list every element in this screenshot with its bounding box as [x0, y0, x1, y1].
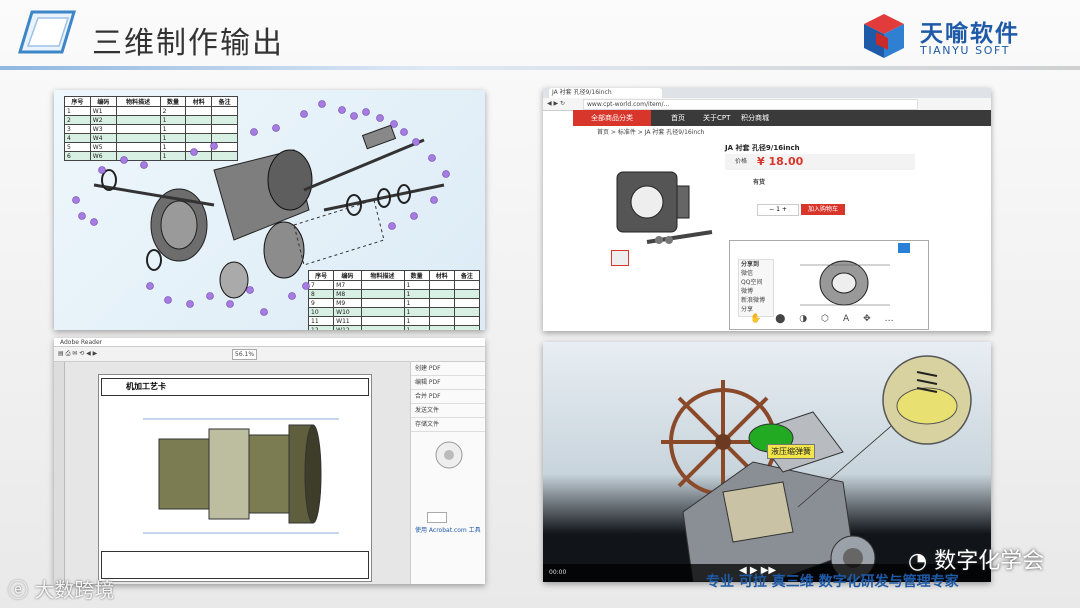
share-title: 分享到	[741, 261, 760, 268]
add-to-cart-button[interactable]: 加入购物车	[801, 204, 845, 215]
breadcrumb: 首页 > 标准件 > JA 衬套 孔径9/16inch	[597, 129, 705, 136]
video-time-elapsed: 00:00	[549, 569, 567, 576]
share-item[interactable]: 微信	[739, 269, 773, 278]
3d-model-view	[800, 260, 890, 306]
share-sidebar: 分享到 微信 QQ空间 微博 新浪微博 分享	[738, 259, 774, 317]
callout-label: 液压缩弹簧	[767, 444, 815, 459]
watermark-text: 大数跨境	[34, 578, 115, 602]
tianyu-logo-icon	[858, 10, 910, 62]
stock-status: 有货	[753, 179, 766, 186]
reader-tools-panel: 创建 PDF 编辑 PDF 合并 PDF 发送文件 存储文件 使用 Acroba…	[410, 362, 485, 584]
product-thumbnail[interactable]	[611, 250, 629, 266]
acrobat-illustration	[435, 441, 463, 469]
tool-edit-pdf[interactable]: 编辑 PDF	[411, 376, 485, 390]
page-footer-table	[101, 551, 369, 579]
nav-points-mall[interactable]: 积分商城	[741, 110, 769, 126]
web-store-panel: JA 衬套 孔径9/16inch ◀ ▶ ↻ www.cpt-world.com…	[543, 88, 991, 331]
part-drawing	[143, 418, 339, 534]
toolbar-icons[interactable]: ▤ ⎙ ✉ ⟲ ◀ ▶	[58, 349, 97, 358]
browser-tabbar: JA 衬套 孔径9/16inch	[543, 88, 991, 98]
pdf-page: 机加工艺卡	[98, 374, 372, 582]
url-input[interactable]: www.cpt-world.com/item/...	[583, 99, 918, 110]
price-row: 价格 ¥ 18.00	[725, 154, 915, 170]
reader-window-title: Adobe Reader	[54, 338, 485, 347]
browser-tab[interactable]: JA 衬套 孔径9/16inch	[549, 88, 662, 98]
nav-all-categories[interactable]: 全部商品分类	[573, 110, 651, 126]
zoom-field[interactable]: 56.1%	[232, 349, 258, 360]
pdf-reader-panel: Adobe Reader ▤ ⎙ ✉ ⟲ ◀ ▶ 56.1% 机加工艺卡 创建 …	[54, 338, 485, 584]
tool-merge-pdf[interactable]: 合并 PDF	[411, 390, 485, 404]
watermark-logo-icon: ⓔ	[8, 578, 35, 602]
reader-toolbar: ▤ ⎙ ✉ ⟲ ◀ ▶ 56.1%	[54, 347, 485, 362]
title-badge	[14, 6, 80, 58]
source-watermark: ⓔ 大数跨境	[8, 574, 114, 603]
product-image	[616, 171, 713, 244]
page-title: 三维制作输出	[92, 26, 284, 61]
wechat-icon: ◔	[908, 549, 935, 574]
share-item[interactable]: 新浪微博	[739, 296, 773, 305]
exploded-assembly-drawing	[72, 100, 450, 316]
viewer-toolbar[interactable]: ✋⬤◑⬡A✥…	[750, 315, 908, 324]
header-divider	[0, 66, 1080, 70]
price-label: 价格	[735, 158, 748, 165]
share-item[interactable]: 分享	[739, 305, 773, 314]
upload-button[interactable]	[427, 512, 447, 523]
quantity-stepper[interactable]: − 1 +	[757, 204, 799, 216]
share-item[interactable]: 微博	[739, 287, 773, 296]
reader-left-rail[interactable]	[54, 362, 65, 584]
price-value: ¥ 18.00	[757, 155, 804, 168]
logo-name-cn: 天喻软件	[920, 21, 1020, 47]
wechat-watermark: ◔ 数字化学会	[908, 543, 1044, 575]
tool-send-files[interactable]: 发送文件	[411, 404, 485, 418]
nav-home[interactable]: 首页	[671, 110, 685, 126]
back-icon[interactable]: ◀ ▶ ↻	[547, 99, 565, 108]
tool-store-files[interactable]: 存储文件	[411, 418, 485, 432]
product-title: JA 衬套 孔径9/16inch	[725, 144, 800, 152]
share-item[interactable]: QQ空间	[739, 278, 773, 287]
page-header-table: 机加工艺卡	[101, 378, 369, 396]
doc-heading: 机加工艺卡	[126, 382, 166, 391]
logo-name-en: TIANYU SOFT	[920, 44, 1011, 57]
tool-create-pdf[interactable]: 创建 PDF	[411, 362, 485, 376]
3d-viewer-popup: 分享到 微信 QQ空间 微博 新浪微博 分享 ✋⬤◑⬡A✥…	[729, 240, 929, 330]
acrobat-link[interactable]: 使用 Acrobat.com 工具	[415, 526, 483, 535]
menu-icon[interactable]	[898, 243, 910, 253]
exploded-view-panel: 序号 编码 物料描述 数量 材料 备注 1 W1 2 2 W2 1 3 W3 1 4 W4 1 5 W5 1 6 W6 1 …	[54, 90, 485, 330]
nav-about[interactable]: 关于CPT	[703, 110, 730, 126]
site-nav: 全部商品分类 首页 关于CPT 积分商城	[573, 110, 991, 126]
watermark-text: 数字化学会	[934, 549, 1045, 574]
